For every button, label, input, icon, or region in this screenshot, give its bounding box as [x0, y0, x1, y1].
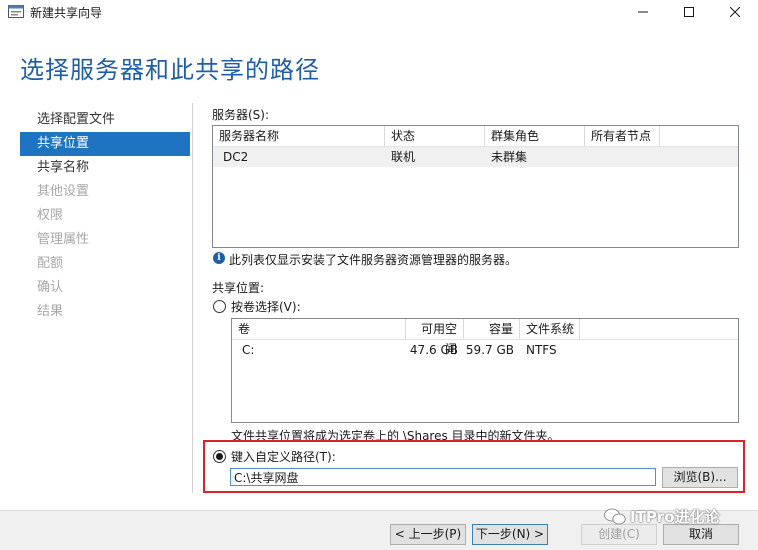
step-other-settings: 其他设置	[37, 184, 90, 199]
column-file-system[interactable]: 文件系统	[520, 319, 580, 339]
step-share-location[interactable]: 共享位置	[20, 132, 190, 156]
column-capacity[interactable]: 容量	[464, 319, 520, 339]
file-system-cell: NTFS	[526, 343, 557, 357]
close-icon	[730, 7, 740, 17]
watermark: ITPro进化论	[604, 506, 720, 527]
wizard-steps: 选择配置文件 共享位置 共享名称 其他设置 权限 管理属性 配额 确认 结果	[20, 108, 190, 324]
server-status-cell: 联机	[391, 150, 416, 164]
custom-path-label[interactable]: 键入自定义路径(T):	[231, 448, 336, 465]
title-bar: 新建共享向导	[0, 0, 758, 24]
minimize-icon	[638, 11, 648, 13]
step-confirmation: 确认	[37, 280, 64, 295]
server-name-cell: DC2	[223, 150, 249, 164]
watermark-text: ITPro进化论	[630, 508, 720, 526]
step-select-profile[interactable]: 选择配置文件	[20, 108, 190, 132]
server-list-label: 服务器(S):	[212, 108, 270, 122]
create-button: 创建(C)	[581, 524, 657, 545]
volume-list-header: 卷 可用空间 容量 文件系统	[232, 319, 738, 356]
custom-path-radio[interactable]	[213, 450, 226, 463]
server-list[interactable]: 服务器名称 状态 群集角色 所有者节点 DC2 联机 未群集	[212, 125, 739, 248]
volume-list[interactable]: 卷 可用空间 容量 文件系统 C: 47.6 GB 59.7 GB NTFS	[231, 318, 739, 423]
cluster-role-cell: 未群集	[491, 150, 528, 164]
window-title: 新建共享向导	[30, 6, 103, 20]
vertical-divider	[192, 103, 193, 493]
column-volume[interactable]: 卷	[232, 319, 406, 339]
free-space-cell: 47.6 GB	[409, 343, 458, 357]
step-management-properties: 管理属性	[37, 232, 90, 247]
close-button[interactable]	[712, 0, 758, 24]
column-free-space[interactable]: 可用空间	[406, 319, 464, 356]
browse-button[interactable]: 浏览(B)...	[662, 467, 738, 488]
previous-button[interactable]: < 上一步(P)	[390, 524, 466, 545]
maximize-icon	[684, 7, 694, 17]
step-permissions: 权限	[37, 208, 64, 223]
wizard-app-icon	[8, 5, 24, 18]
next-button[interactable]: 下一步(N) >	[472, 524, 548, 545]
page-title: 选择服务器和此共享的路径	[20, 56, 320, 84]
step-results: 结果	[37, 304, 64, 319]
column-server-name[interactable]: 服务器名称	[213, 126, 385, 146]
column-cluster-role[interactable]: 群集角色	[485, 126, 585, 146]
table-row[interactable]: C: 47.6 GB 59.7 GB NTFS	[232, 340, 738, 360]
owner-node-cell	[585, 147, 591, 167]
cancel-button[interactable]: 取消	[663, 524, 739, 545]
share-location-label: 共享位置:	[212, 281, 265, 295]
wechat-logo-icon	[604, 508, 626, 524]
by-volume-radio[interactable]	[213, 300, 226, 313]
column-owner-node[interactable]: 所有者节点	[585, 126, 660, 146]
column-status[interactable]: 状态	[385, 126, 485, 146]
custom-path-input[interactable]	[230, 468, 656, 486]
info-icon: i	[213, 252, 225, 264]
capacity-cell: 59.7 GB	[465, 343, 514, 357]
minimize-button[interactable]	[620, 0, 666, 24]
volume-cell: C:	[242, 343, 255, 357]
step-quota: 配额	[37, 256, 64, 271]
step-share-name[interactable]: 共享名称	[20, 156, 190, 180]
server-list-header: 服务器名称 状态 群集角色 所有者节点	[213, 126, 738, 147]
table-row[interactable]: DC2 联机 未群集	[213, 147, 738, 167]
server-info-note: 此列表仅显示安装了文件服务器资源管理器的服务器。	[229, 253, 518, 267]
maximize-button[interactable]	[666, 0, 712, 24]
by-volume-label[interactable]: 按卷选择(V):	[231, 298, 301, 315]
